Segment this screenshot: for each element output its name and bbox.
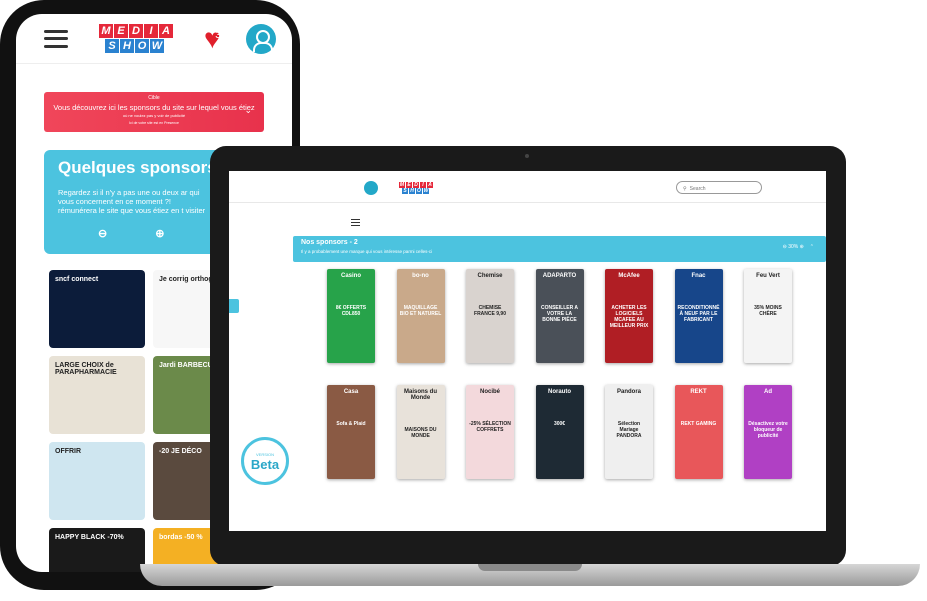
logo-letter: W (150, 39, 164, 53)
logo-letter: D (129, 24, 143, 38)
search-icon: ⚲ (683, 185, 687, 192)
logo-letter: E (114, 24, 128, 38)
logo-letter: S (105, 39, 119, 53)
banner-sub: où ne voulez pas y voir de publicité (122, 113, 186, 118)
sponsors-desc: Regardez si il n'y a pas une ou deux ar … (58, 188, 206, 215)
ad-brand: Nocibé (479, 389, 500, 395)
sponsor-tile[interactable]: OFFRIR (49, 442, 145, 520)
logo-letter: A (159, 24, 173, 38)
sponsor-ad[interactable]: Nocibé -25% SÉLECTION COFFRETS (466, 385, 514, 479)
phone-header: MEDIA SHOW ♥ 3 (16, 14, 292, 64)
info-banner[interactable]: Cible Vous découvrez ici les sponsors du… (44, 92, 264, 132)
logo-letter: H (120, 39, 134, 53)
sponsors-bar: Nos sponsors - 2 Il y a probablement une… (293, 236, 826, 262)
laptop-ad-grid: Casino 8€ OFFERTS CDL850 bo-no MAQUILLAGE B… (327, 269, 792, 479)
ad-text: Sofa & Plaid (336, 421, 366, 427)
logo-letter: O (416, 188, 422, 194)
ad-text: Sélection Mariage PANDORA (616, 421, 642, 439)
chevron-down-icon[interactable]: ⌄ (244, 105, 252, 116)
collapse-icon[interactable]: ⌃ (810, 244, 814, 250)
media-show-logo[interactable]: MEDIA SHOW (99, 24, 173, 53)
sponsor-ad[interactable]: Ad Désactivez votre bloqueur de publicité (744, 385, 792, 479)
sponsor-ad[interactable]: Feu Vert 35% MOINS CHÈRE (744, 269, 792, 363)
zoom-out-icon[interactable]: ⊖ (98, 227, 107, 240)
sponsors-bar-subtitle: Il y a probablement une marque qui vous … (301, 249, 433, 254)
media-show-logo[interactable]: MEDIA SHOW (399, 182, 433, 194)
logo-letter: M (99, 24, 113, 38)
side-tab[interactable] (229, 299, 239, 313)
laptop-screen: MEDIA SHOW ⚲ Search Nos sponsors - 2 Il … (229, 171, 826, 531)
beta-badge: VERSION Beta (241, 437, 289, 485)
search-placeholder: Search (689, 185, 706, 192)
ad-brand: Feu Vert (756, 273, 780, 279)
ad-text: -25% SÉLECTION COFFRETS (469, 421, 511, 433)
beta-label: Beta (250, 457, 280, 472)
logo-letter: H (409, 188, 415, 194)
ad-brand: McAfee (618, 273, 640, 279)
menu-icon[interactable] (44, 29, 68, 48)
sponsor-ad[interactable]: Maisons du Monde MAISONS DU MONDE (396, 385, 445, 479)
banner-small: Cible (148, 95, 160, 101)
banner-main: Vous découvrez ici les sponsors du site … (53, 103, 255, 112)
sponsors-bar-title: Nos sponsors - 2 (301, 239, 358, 246)
sponsor-ad[interactable]: REKT REKT GAMING (674, 385, 723, 479)
camera (525, 154, 529, 158)
sponsor-tile[interactable]: LARGE CHOIX de PARAPHARMACIE (49, 356, 145, 434)
ad-brand: Chemise (477, 273, 503, 279)
sponsor-ad[interactable]: Fnac RECONDITIONNÉ À NEUF PAR LE FABRICAN… (674, 269, 723, 363)
laptop-notch (478, 564, 582, 571)
menu-icon[interactable] (351, 219, 360, 226)
ad-brand: REKT (690, 389, 707, 395)
ad-text: CHEMISE FRANCE 9,90 (474, 305, 506, 317)
sponsor-ad[interactable]: Chemise CHEMISE FRANCE 9,90 (466, 269, 514, 363)
ad-text: REKT GAMING (680, 421, 717, 427)
sponsor-ad[interactable]: Casino 8€ OFFERTS CDL850 (327, 269, 375, 363)
ad-text: MAQUILLAGE BIO ET NATUREL (399, 305, 442, 317)
ad-text: Désactivez votre bloqueur de publicité (748, 421, 788, 439)
ad-brand: Maisons du Monde (403, 389, 437, 401)
zoom-control[interactable]: ⊖ 30% ⊕ (783, 244, 804, 250)
ad-brand: Fnac (691, 273, 706, 279)
search-input[interactable]: ⚲ Search (676, 181, 762, 194)
ad-text: 35% MOINS CHÈRE (754, 305, 782, 317)
sponsor-ad[interactable]: Pandora Sélection Mariage PANDORA (605, 385, 653, 479)
ad-brand: Casa (343, 389, 359, 395)
sponsor-ad[interactable]: bo-no MAQUILLAGE BIO ET NATUREL (396, 269, 445, 363)
ad-brand: Casino (340, 273, 361, 279)
ad-brand: Ad (764, 389, 772, 395)
sponsor-ad[interactable]: McAfee ACHETER LES LOGICIELS MCAFEE AU ME… (605, 269, 653, 363)
user-avatar-icon[interactable] (246, 23, 276, 54)
sponsor-ad[interactable]: ADAPARTO CONSEILLER A VOTRE LA BONNE PIÈC… (535, 269, 584, 363)
laptop-header: MEDIA SHOW ⚲ Search (229, 171, 826, 203)
ad-text: RECONDITIONNÉ À NEUF PAR LE FABRICANT (677, 305, 720, 323)
ad-text: 300€ (553, 421, 566, 427)
logo-letter: S (402, 188, 408, 194)
sponsor-tile[interactable]: HAPPY BLACK -70% (49, 528, 145, 572)
sponsor-tile[interactable]: sncf connect (49, 270, 145, 348)
ad-text: MAISONS DU MONDE (404, 427, 437, 439)
logo-letter: W (423, 188, 429, 194)
ad-brand: bo-no (412, 273, 429, 279)
ad-brand: Pandora (616, 389, 641, 395)
user-avatar-icon[interactable] (364, 181, 378, 195)
logo-letter: O (135, 39, 149, 53)
favorites-heart-icon[interactable]: ♥ 3 (204, 24, 232, 52)
ad-brand: Norauto (548, 389, 571, 395)
ad-text: 8€ OFFERTS CDL850 (335, 305, 367, 317)
ad-text: CONSEILLER A VOTRE LA BONNE PIÈCE (540, 305, 579, 323)
banner-foot: Ici de votre site est en Presence (129, 121, 179, 125)
sponsor-ad[interactable]: Casa Sofa & Plaid (327, 385, 375, 479)
ad-brand: ADAPARTO (542, 273, 577, 279)
favorites-count: 3 (215, 29, 221, 41)
sponsor-ad[interactable]: Norauto 300€ (535, 385, 584, 479)
logo-letter: I (144, 24, 158, 38)
ad-text: ACHETER LES LOGICIELS MCAFEE AU MEILLEUR… (609, 305, 649, 329)
zoom-in-icon[interactable]: ⊕ (155, 227, 164, 240)
